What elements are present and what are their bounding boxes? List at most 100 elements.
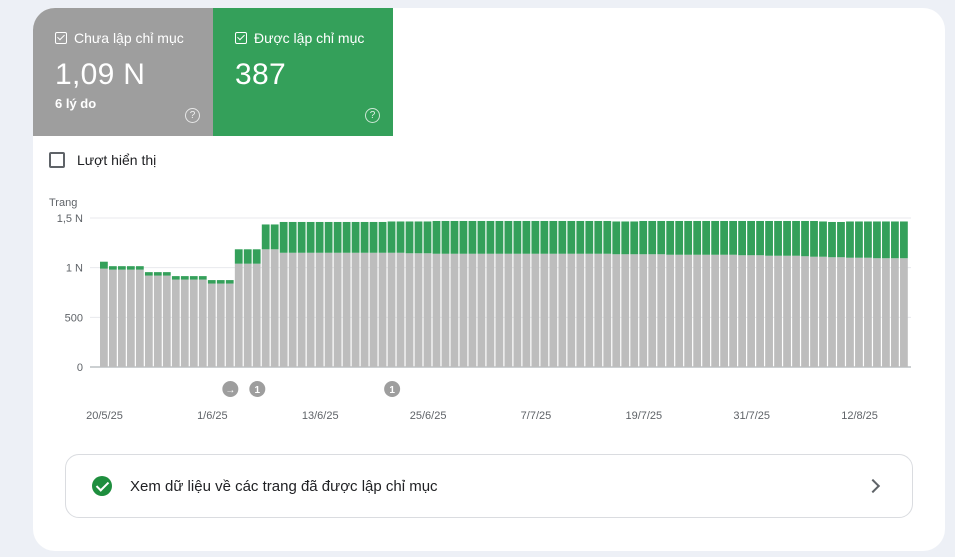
bar-indexed xyxy=(396,221,405,253)
bar-not-indexed xyxy=(531,253,540,367)
bar-not-indexed xyxy=(684,254,693,367)
bar-indexed xyxy=(864,221,872,258)
bar-not-indexed xyxy=(405,253,414,367)
bar-not-indexed xyxy=(639,254,648,367)
checkbox-checked-icon[interactable] xyxy=(55,32,67,44)
x-tick-label: 1/6/25 xyxy=(197,410,228,422)
bar-indexed xyxy=(891,221,899,259)
indexed-tile-header: Được lập chỉ mục xyxy=(235,30,393,46)
view-indexed-pages-link[interactable]: Xem dữ liệu về các trang đã được lập chỉ… xyxy=(65,454,913,518)
bar-not-indexed xyxy=(279,252,288,367)
bar-not-indexed xyxy=(324,252,333,367)
y-axis-label: Trang xyxy=(49,197,77,209)
help-icon[interactable]: ? xyxy=(365,108,380,123)
bar-indexed xyxy=(180,276,189,280)
bar-indexed xyxy=(648,220,657,255)
x-tick-label: 25/6/25 xyxy=(410,410,447,422)
bar-not-indexed xyxy=(459,253,468,367)
bar-not-indexed xyxy=(297,252,306,367)
x-tick-label: 7/7/25 xyxy=(521,410,552,422)
indexed-label: Được lập chỉ mục xyxy=(254,30,365,46)
bar-not-indexed xyxy=(675,254,684,367)
bar-indexed xyxy=(459,220,468,254)
x-tick-label: 31/7/25 xyxy=(733,410,770,422)
bar-not-indexed xyxy=(567,253,576,367)
bar-not-indexed xyxy=(126,269,135,367)
bar-not-indexed xyxy=(333,252,342,367)
bar-not-indexed xyxy=(243,263,252,367)
bar-not-indexed xyxy=(783,255,791,367)
bar-indexed xyxy=(513,220,522,254)
bar-indexed xyxy=(882,221,890,259)
bar-not-indexed xyxy=(594,253,603,367)
bar-not-indexed xyxy=(432,253,441,367)
bar-not-indexed xyxy=(774,255,782,367)
help-icon[interactable]: ? xyxy=(185,108,200,123)
bar-not-indexed xyxy=(288,252,297,367)
bar-indexed xyxy=(234,249,243,264)
bar-not-indexed xyxy=(756,255,764,367)
bar-indexed xyxy=(423,221,432,254)
bar-indexed xyxy=(567,220,576,254)
x-tick-label: 13/6/25 xyxy=(302,410,339,422)
bar-not-indexed xyxy=(576,253,585,367)
x-tick-label: 20/5/25 xyxy=(86,410,123,422)
bar-indexed xyxy=(360,221,369,253)
bar-indexed xyxy=(873,221,881,259)
bar-indexed xyxy=(144,272,153,276)
bar-indexed xyxy=(756,220,764,256)
bar-not-indexed xyxy=(648,254,657,367)
impressions-toggle[interactable]: Lượt hiển thị xyxy=(49,152,156,168)
bar-indexed xyxy=(783,220,791,256)
bar-not-indexed xyxy=(846,257,854,367)
bar-not-indexed xyxy=(450,253,459,367)
bar-not-indexed xyxy=(819,256,827,367)
bar-indexed xyxy=(288,221,297,253)
bar-indexed xyxy=(378,221,387,253)
bar-indexed xyxy=(522,220,531,254)
bar-not-indexed xyxy=(828,257,836,367)
bar-indexed xyxy=(342,221,351,253)
bar-not-indexed xyxy=(468,253,477,367)
y-tick-label: 1,5 N xyxy=(57,213,83,225)
not-indexed-tile[interactable]: Chưa lập chỉ mục 1,09 N 6 lý do ? xyxy=(33,8,213,136)
bar-not-indexed xyxy=(315,252,324,367)
annotation-label: → xyxy=(225,385,235,396)
bar-indexed xyxy=(765,220,773,256)
bar-indexed xyxy=(549,220,558,254)
bar-not-indexed xyxy=(495,253,504,367)
bar-not-indexed xyxy=(108,269,117,367)
bar-indexed xyxy=(333,221,342,253)
bar-not-indexed xyxy=(396,252,405,367)
bar-not-indexed xyxy=(135,269,144,367)
bar-not-indexed xyxy=(270,249,279,367)
bar-indexed xyxy=(414,221,423,254)
bar-not-indexed xyxy=(630,254,639,367)
bar-not-indexed xyxy=(360,252,369,367)
bar-indexed xyxy=(594,220,603,254)
bar-indexed xyxy=(585,220,594,254)
bar-indexed xyxy=(153,272,162,276)
bar-not-indexed xyxy=(378,252,387,367)
bar-not-indexed xyxy=(603,253,612,367)
bar-not-indexed xyxy=(711,254,720,367)
bar-indexed xyxy=(702,220,711,255)
bar-not-indexed xyxy=(522,253,531,367)
indexed-tile[interactable]: Được lập chỉ mục 387 ? xyxy=(213,8,393,136)
y-tick-label: 500 xyxy=(65,312,83,324)
bar-indexed xyxy=(450,220,459,254)
bar-not-indexed xyxy=(351,252,360,367)
bar-not-indexed xyxy=(657,254,666,367)
bar-indexed xyxy=(639,220,648,255)
bar-indexed xyxy=(558,220,567,254)
checkbox-unchecked-icon[interactable] xyxy=(49,152,65,168)
bar-not-indexed xyxy=(693,254,702,367)
bar-indexed xyxy=(252,249,261,264)
bar-not-indexed xyxy=(864,257,872,367)
not-indexed-label: Chưa lập chỉ mục xyxy=(74,30,184,46)
bar-indexed xyxy=(774,220,782,256)
bar-not-indexed xyxy=(558,253,567,367)
bar-not-indexed xyxy=(513,253,522,367)
checkbox-checked-icon[interactable] xyxy=(235,32,247,44)
bar-indexed xyxy=(738,220,746,256)
